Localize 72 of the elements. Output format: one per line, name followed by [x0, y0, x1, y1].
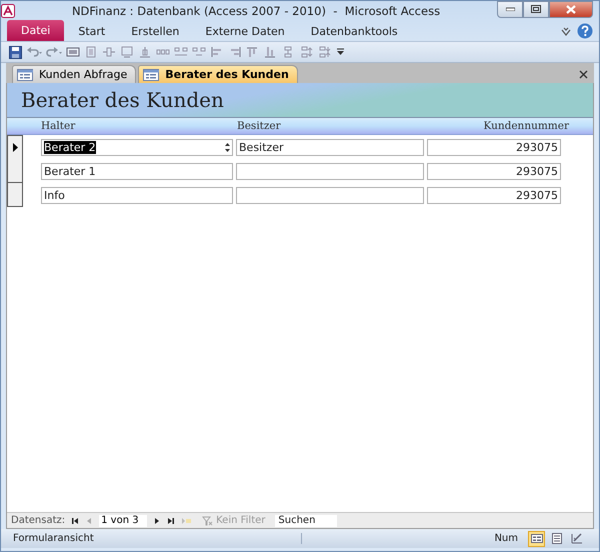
- filter-icon: [202, 516, 214, 526]
- last-record-icon: [167, 516, 176, 524]
- text-field[interactable]: Info: [41, 186, 233, 204]
- column-label: Besitzer: [237, 120, 282, 132]
- record-position-field[interactable]: 1 von 3: [99, 514, 148, 526]
- new-record-icon: [181, 516, 192, 524]
- customize-toolbar-icon[interactable]: [336, 48, 345, 56]
- minimize-icon: [506, 7, 514, 11]
- layout-icon[interactable]: [66, 46, 80, 58]
- layout-icon[interactable]: [192, 46, 206, 58]
- status-text: Formularansicht: [13, 533, 302, 544]
- first-record-icon: [71, 516, 80, 524]
- close-icon[interactable]: [579, 70, 588, 79]
- close-button[interactable]: [549, 1, 593, 18]
- form-view-icon: [530, 533, 542, 544]
- next-record-button[interactable]: [153, 516, 162, 524]
- column-label: Halter: [41, 120, 76, 132]
- column-label: Kundennummer: [482, 120, 569, 132]
- num-lock-indicator: Num: [494, 533, 518, 544]
- layout-icon[interactable]: [210, 46, 224, 58]
- form-title: Berater des Kunden: [21, 88, 224, 112]
- next-record-icon: [153, 516, 162, 524]
- design-view-icon: [570, 533, 582, 544]
- record-selector[interactable]: [7, 159, 23, 183]
- collapse-ribbon-icon[interactable]: [561, 26, 571, 36]
- text-field[interactable]: Berater 1: [41, 162, 233, 180]
- record-label: Datensatz:: [11, 515, 66, 526]
- text-field[interactable]: Berater 2: [41, 138, 233, 156]
- view-button[interactable]: [528, 530, 545, 546]
- layout-icon[interactable]: [228, 46, 242, 58]
- app-icon: [1, 4, 15, 18]
- record-selector[interactable]: [7, 134, 23, 160]
- layout-icon[interactable]: [138, 46, 152, 58]
- previous-record-button[interactable]: [85, 516, 94, 524]
- ribbon-tab[interactable]: Externe Daten: [193, 22, 297, 41]
- text-field[interactable]: 293075: [427, 162, 561, 180]
- layout-icon[interactable]: [120, 46, 134, 58]
- search-field[interactable]: Suchen: [275, 514, 338, 526]
- help-icon[interactable]: [577, 23, 593, 39]
- first-record-button[interactable]: [71, 516, 80, 524]
- save-icon[interactable]: [9, 46, 22, 58]
- text-field[interactable]: 293075: [427, 186, 561, 204]
- maximize-button[interactable]: [523, 1, 549, 18]
- document-tab[interactable]: Berater des Kunden: [138, 65, 298, 83]
- record-selector[interactable]: [7, 183, 23, 207]
- text-field[interactable]: [236, 186, 424, 204]
- ribbon-tab[interactable]: Datenbanktools: [298, 22, 410, 41]
- current-record-icon: [12, 142, 18, 152]
- document-tab[interactable]: Kunden Abfrage: [12, 65, 136, 83]
- layout-icon[interactable]: [246, 46, 260, 58]
- text-field[interactable]: [236, 162, 424, 180]
- ribbon-tab[interactable]: Erstellen: [119, 22, 192, 41]
- layout-view-icon: [550, 533, 562, 544]
- text-field[interactable]: 293075: [427, 138, 561, 156]
- form-icon: [17, 68, 33, 80]
- close-icon: [566, 4, 576, 14]
- layout-icon[interactable]: [84, 46, 98, 58]
- ribbon-tab[interactable]: Start: [66, 22, 118, 41]
- text-field[interactable]: Besitzer: [236, 138, 424, 156]
- layout-icon[interactable]: [264, 46, 278, 58]
- redo-icon[interactable]: [46, 46, 62, 58]
- last-record-button[interactable]: [167, 516, 176, 524]
- layout-icon[interactable]: [174, 46, 188, 58]
- restore-icon: [531, 5, 541, 13]
- form-icon: [143, 68, 160, 80]
- minimize-button[interactable]: [497, 1, 523, 18]
- previous-record-icon: [85, 516, 94, 524]
- window-title: NDFinanz : Datenbank (Access 2007 - 2010) - Microsoft Access: [70, 4, 442, 18]
- spin-icon[interactable]: [224, 140, 231, 154]
- layout-icon[interactable]: [300, 46, 314, 58]
- file-tab[interactable]: Datei: [7, 20, 64, 41]
- layout-icon[interactable]: [102, 46, 116, 58]
